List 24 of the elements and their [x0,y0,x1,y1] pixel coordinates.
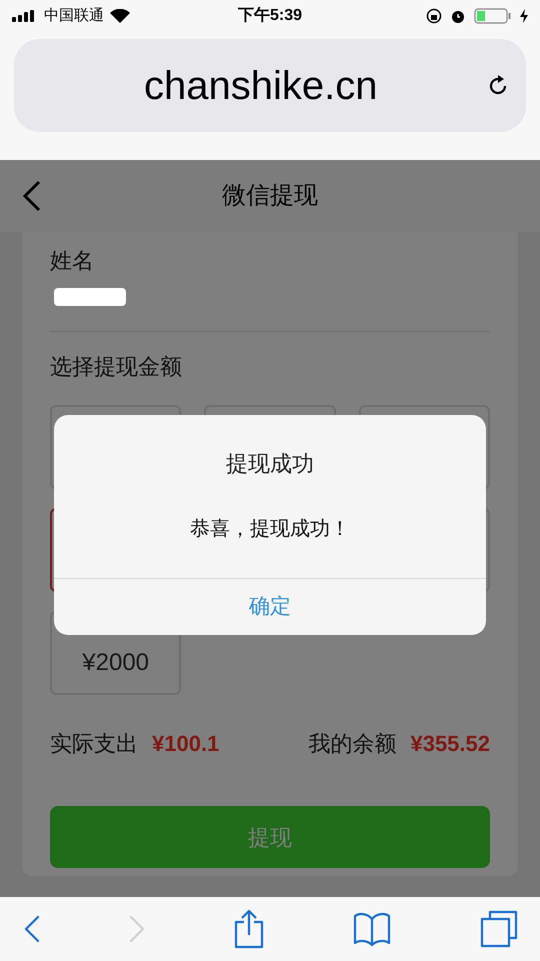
share-icon[interactable] [234,909,264,949]
status-time: 下午5:39 [236,6,304,26]
book-icon[interactable] [353,911,391,947]
summary-label: 我的余额 [308,730,396,758]
url-text: chanshike.cn [144,62,378,110]
page-title: 微信提现 [221,181,319,211]
address-bar[interactable]: chanshike.cn [14,39,526,132]
redaction-mark [54,288,126,306]
actual-amount: ¥100.1 [152,730,220,758]
wifi-icon [110,9,130,23]
alarm-icon [450,8,466,24]
dialog-title: 提现成功 [226,450,314,478]
dialog-message: 恭喜，提现成功！ [190,517,350,542]
tabs-icon[interactable] [480,910,518,948]
summary-label: 实际支出 [50,730,138,758]
carrier-name: 中国联通 [44,6,104,26]
field-label: 姓名 [50,247,95,275]
rotation-lock-icon [426,8,442,24]
balance-amount: ¥355.52 [410,730,490,758]
charging-icon [520,9,528,23]
battery-icon [474,8,512,24]
back-icon[interactable] [22,180,42,212]
field-label: 选择提现金额 [50,353,183,381]
back-icon[interactable] [24,915,40,943]
